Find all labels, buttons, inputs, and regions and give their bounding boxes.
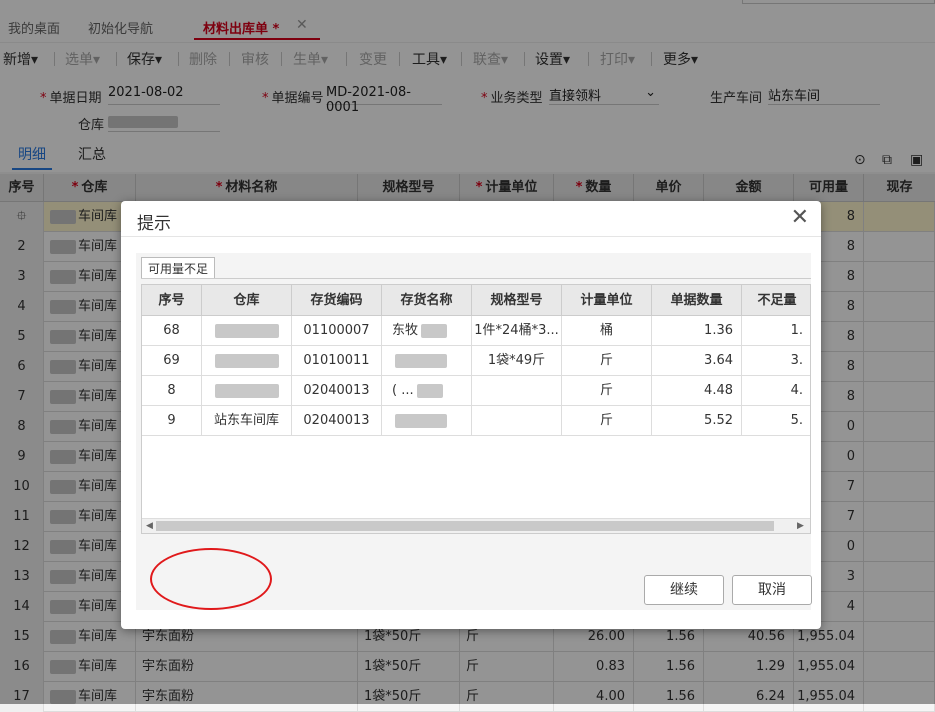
shortage-cell-no: 9 — [142, 406, 202, 436]
horizontal-scrollbar[interactable]: ◀ ▶ — [142, 518, 810, 533]
shortage-cell-no: 8 — [142, 376, 202, 406]
dialog-title: 提示 — [137, 214, 171, 234]
shortage-cell-unit: 桶 — [562, 316, 652, 346]
scroll-thumb[interactable] — [156, 521, 774, 531]
annotation-circle — [150, 548, 272, 610]
shortage-cell-qty: 4.48 — [652, 376, 742, 406]
shortage-cell-unit: 斤 — [562, 406, 652, 436]
table-row[interactable]: 8 02040013( ... 斤 4.48 4. — [142, 376, 810, 406]
shortage-header-warehouse: 仓库 — [202, 285, 292, 316]
shortage-cell-spec: 1件*24桶*3... — [472, 316, 562, 346]
shortage-cell-qty: 3.64 — [652, 346, 742, 376]
shortage-cell-warehouse — [202, 316, 292, 346]
shortage-header-short: 不足量 — [742, 285, 810, 316]
scroll-left-icon[interactable]: ◀ — [146, 519, 153, 533]
shortage-cell-warehouse — [202, 376, 292, 406]
shortage-cell-spec: 1袋*49斤 — [472, 346, 562, 376]
shortage-cell-short: 1. — [742, 316, 810, 346]
shortage-cell-spec — [472, 406, 562, 436]
shortage-cell-short: 4. — [742, 376, 810, 406]
shortage-header-spec: 规格型号 — [472, 285, 562, 316]
shortage-cell-name: 东牧 — [382, 316, 472, 346]
shortage-cell-code: 02040013 — [292, 406, 382, 436]
continue-button[interactable]: 继续 — [644, 575, 724, 605]
shortage-cell-name — [382, 406, 472, 436]
shortage-cell-warehouse — [202, 346, 292, 376]
shortage-cell-code: 01100007 — [292, 316, 382, 346]
shortage-header-code: 存货编码 — [292, 285, 382, 316]
table-row[interactable]: 69 01010011 1袋*49斤斤 3.64 3. — [142, 346, 810, 376]
shortage-cell-name — [382, 346, 472, 376]
shortage-header-name: 存货名称 — [382, 285, 472, 316]
shortage-cell-warehouse: 站东车间库 — [202, 406, 292, 436]
cancel-button[interactable]: 取消 — [732, 575, 812, 605]
shortage-cell-no: 68 — [142, 316, 202, 346]
table-row[interactable]: 68 01100007 东牧 1件*24桶*3... 桶 1.36 1. — [142, 316, 810, 346]
shortage-cell-short: 3. — [742, 346, 810, 376]
shortage-header-no: 序号 — [142, 285, 202, 316]
shortage-header-qty: 单据数量 — [652, 285, 742, 316]
scroll-right-icon[interactable]: ▶ — [797, 519, 804, 533]
shortage-cell-unit: 斤 — [562, 376, 652, 406]
shortage-cell-name: ( ... — [382, 376, 472, 406]
shortage-cell-spec — [472, 376, 562, 406]
shortage-header-unit: 计量单位 — [562, 285, 652, 316]
shortage-cell-code: 01010011 — [292, 346, 382, 376]
table-row[interactable]: 9 站东车间库 02040013 斤 5.52 5. — [142, 406, 810, 436]
shortage-cell-unit: 斤 — [562, 346, 652, 376]
close-icon[interactable]: ✕ — [791, 205, 809, 230]
shortage-cell-code: 02040013 — [292, 376, 382, 406]
shortage-cell-no: 69 — [142, 346, 202, 376]
shortage-cell-qty: 1.36 — [652, 316, 742, 346]
shortage-cell-qty: 5.52 — [652, 406, 742, 436]
shortage-table: 序号 仓库 存货编码 存货名称 规格型号 计量单位 单据数量 不足量 68 011… — [141, 284, 811, 534]
shortage-cell-short: 5. — [742, 406, 810, 436]
tab-insufficient-available[interactable]: 可用量不足 — [141, 257, 216, 279]
